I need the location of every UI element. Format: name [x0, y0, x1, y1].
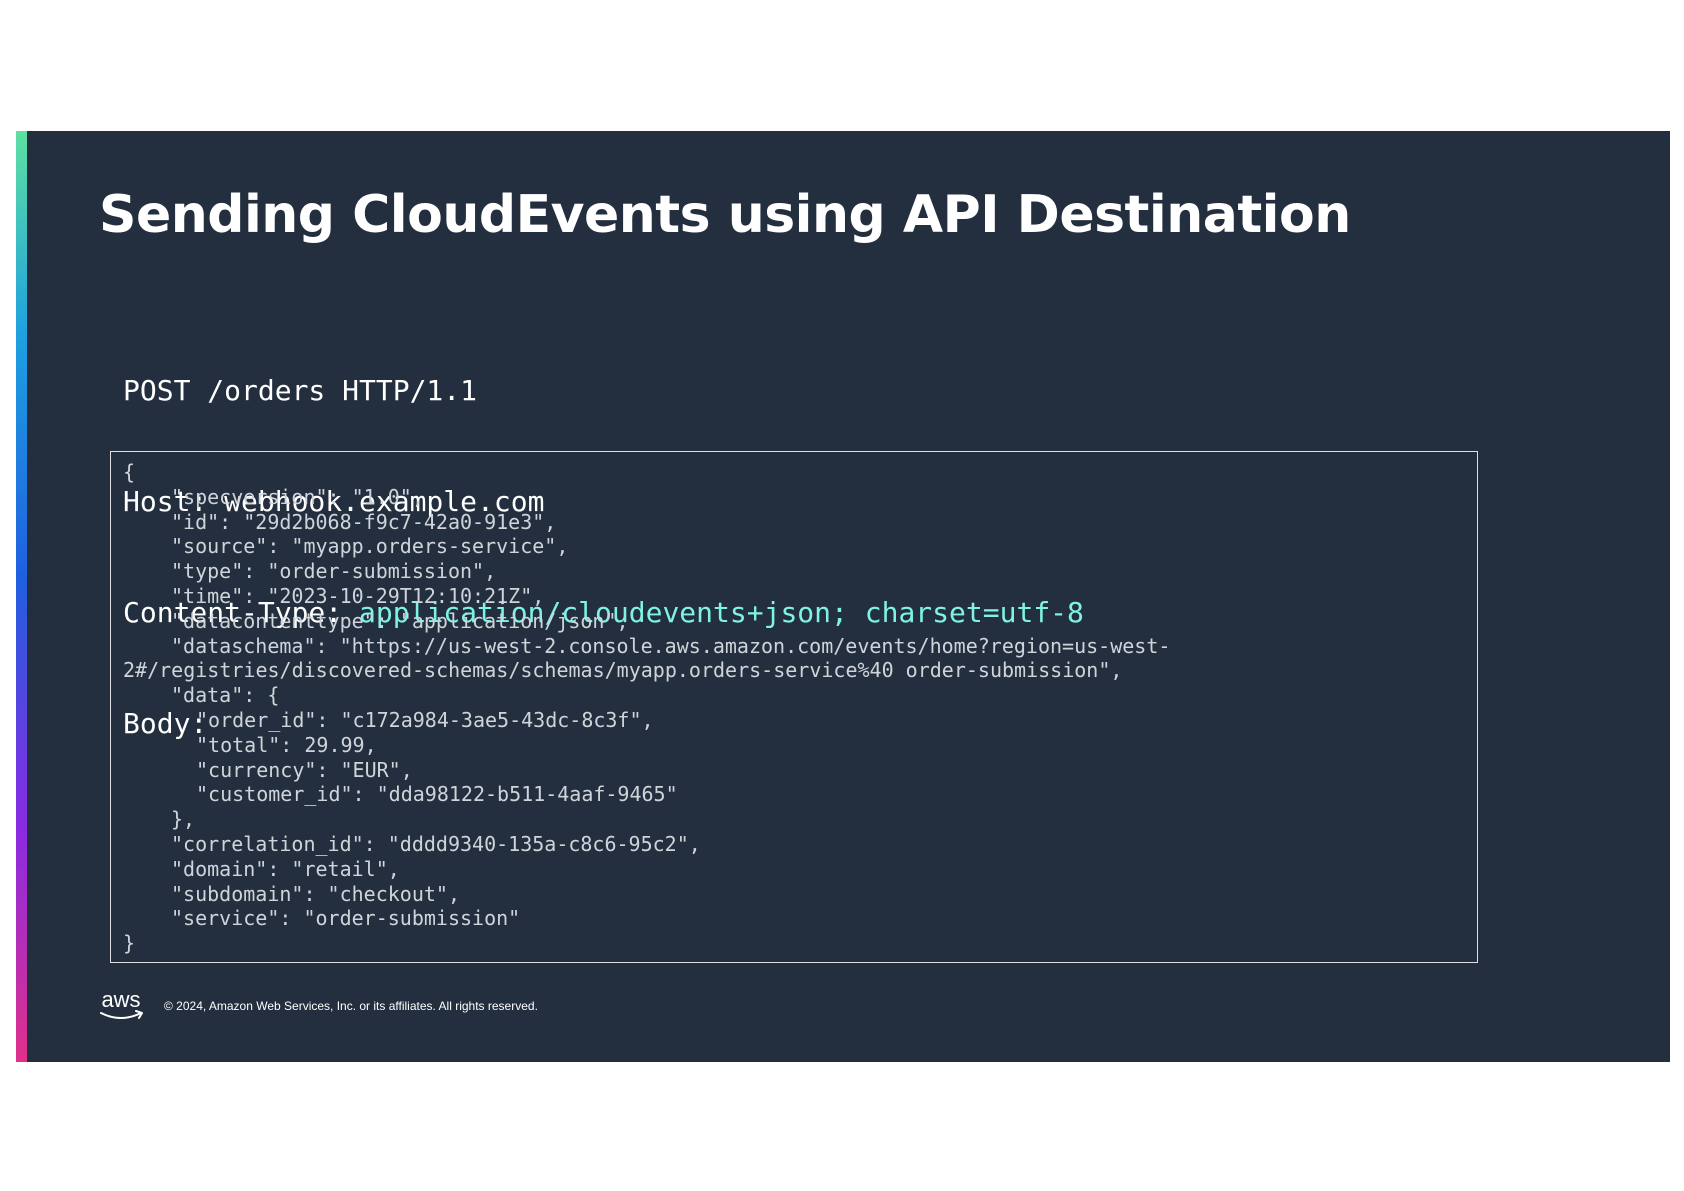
- json-line: "dataschema": "https://us-west-2.console…: [171, 633, 1171, 658]
- json-line: {: [123, 460, 136, 484]
- json-line: "time": "2023-10-29T12:10:21Z",: [171, 583, 545, 608]
- request-line: POST /orders HTTP/1.1: [123, 374, 478, 407]
- json-body-box: { "specversion": "1.0", "id": "29d2b068-…: [110, 451, 1478, 963]
- json-line: "datacontenttype": "application/json",: [171, 608, 629, 633]
- json-line: },: [171, 807, 196, 832]
- json-line: }: [123, 931, 136, 956]
- json-line: "domain": "retail",: [171, 856, 400, 881]
- json-line: "customer_id": "dda98122-b511-4aaf-9465": [196, 782, 678, 807]
- copyright-text: © 2024, Amazon Web Services, Inc. or its…: [164, 999, 538, 1013]
- json-line: "currency": "EUR",: [196, 757, 413, 782]
- aws-logo-icon: aws: [100, 988, 143, 1019]
- json-line: "service": "order-submission": [171, 906, 521, 931]
- slide-title: Sending CloudEvents using API Destinatio…: [99, 185, 1351, 245]
- json-line: "data": {: [171, 683, 280, 708]
- json-line: "specversion": "1.0",: [171, 484, 424, 509]
- accent-gradient-bar: [16, 131, 27, 1062]
- footer: aws © 2024, Amazon Web Services, Inc. or…: [96, 988, 538, 1024]
- json-line: "total": 29.99,: [196, 732, 377, 757]
- json-line: "type": "order-submission",: [171, 559, 497, 584]
- json-line: "order_id": "c172a984-3ae5-43dc-8c3f",: [196, 707, 654, 732]
- json-line: "id": "29d2b068-f9c7-42a0-91e3",: [171, 509, 557, 534]
- aws-logo-text: aws: [101, 988, 140, 1012]
- json-line: "correlation_id": "dddd9340-135a-c8c6-95…: [171, 831, 701, 856]
- slide: Sending CloudEvents using API Destinatio…: [16, 131, 1670, 1062]
- json-line: 2#/registries/discovered-schemas/schemas…: [123, 658, 1123, 683]
- json-line: "subdomain": "checkout",: [171, 881, 460, 906]
- json-line: "source": "myapp.orders-service",: [171, 534, 569, 559]
